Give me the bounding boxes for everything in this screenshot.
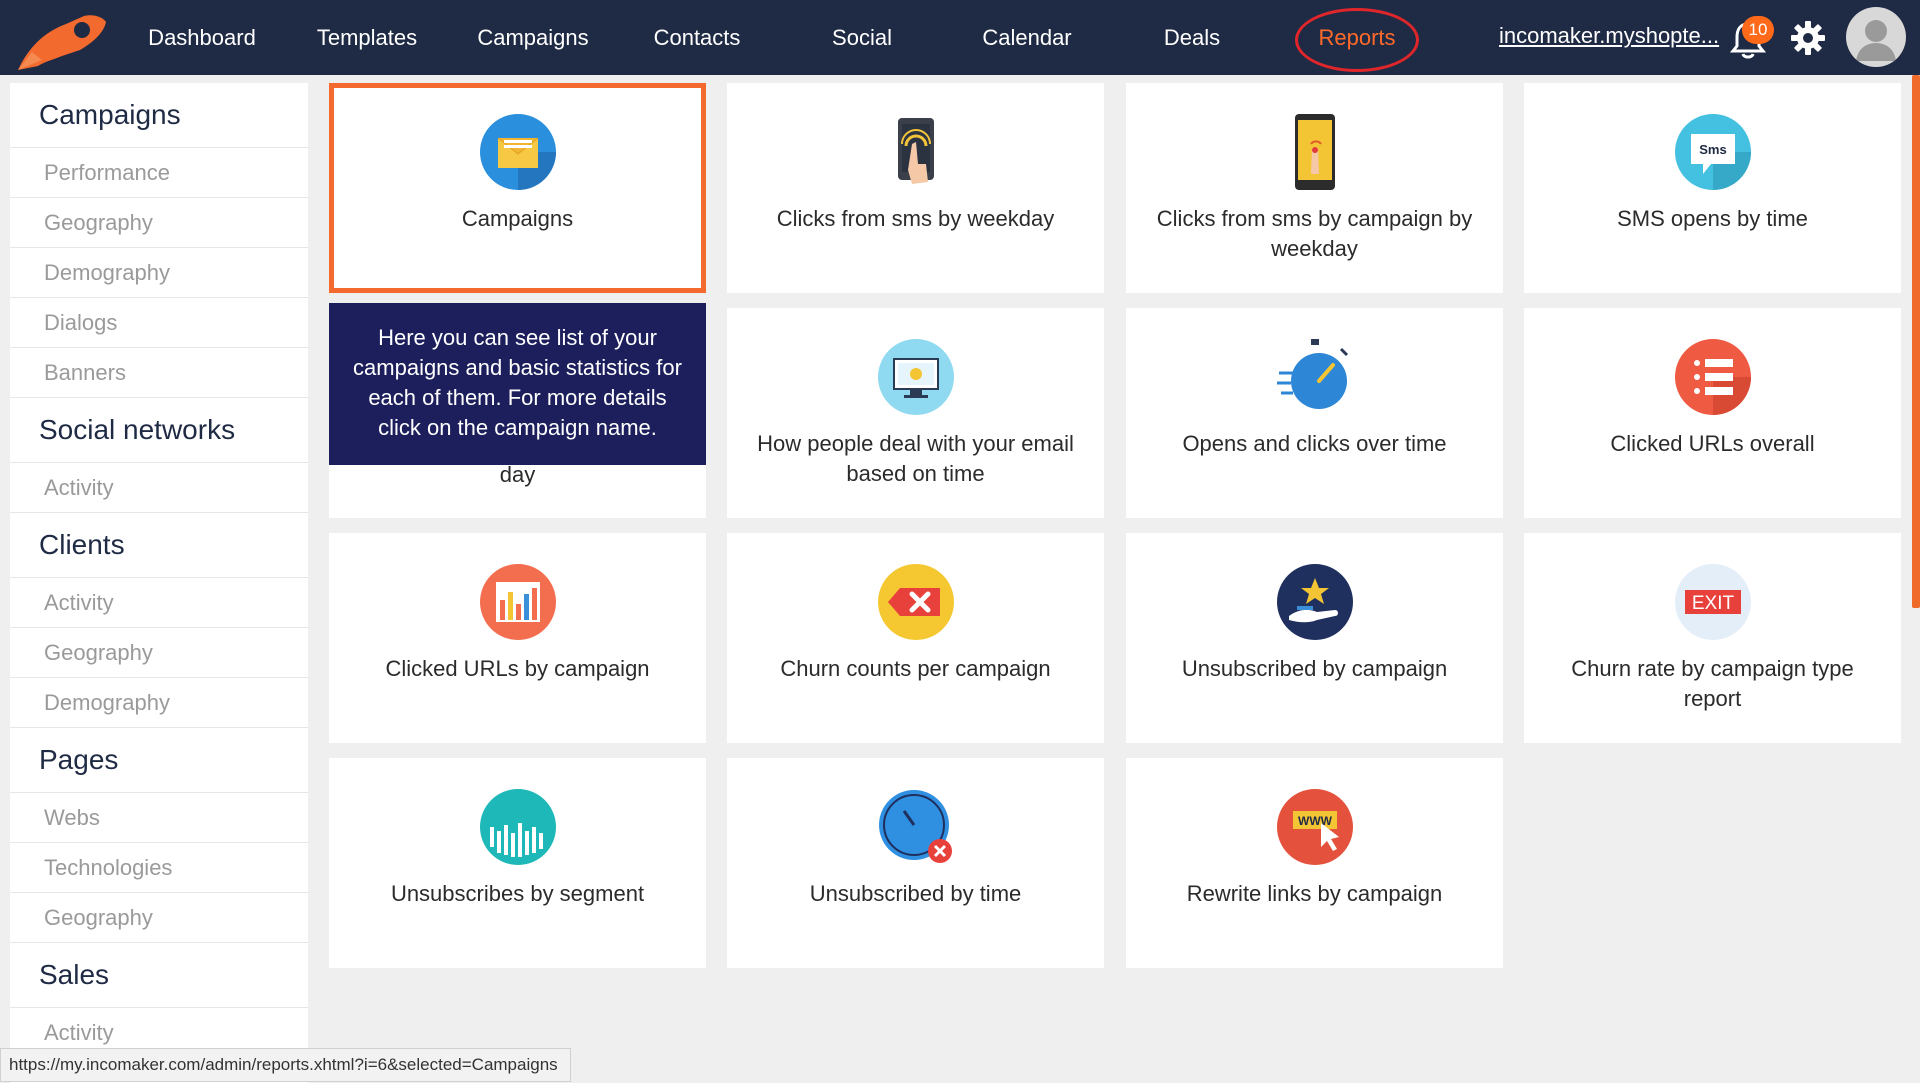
delete-tag-icon [877,564,954,640]
tile-label: Churn rate by campaign type report [1571,656,1854,711]
exit-sign-icon: EXIT [1674,564,1751,640]
sidebar-group-social-networks[interactable]: Social networks [10,398,308,463]
clock-x-icon [878,790,952,863]
tile-label: Rewrite links by campaign [1186,881,1443,906]
tile-label: Clicks from sms by weekday [776,206,1055,231]
sidebar-group-campaigns[interactable]: Campaigns [10,83,308,148]
report-tile-clicks-sms-campaign-weekday[interactable]: Clicks from sms by campaign by weekday [1126,83,1503,293]
phone-tap-icon [897,118,934,184]
sidebar-group-pages[interactable]: Pages [10,728,308,793]
reports-highlight-ring [1295,8,1419,72]
sidebar-item-social-activity[interactable]: Activity [10,463,308,513]
report-tile-churn-rate-type[interactable]: EXIT Churn rate by campaign type report [1524,533,1901,743]
nav-dashboard[interactable]: Dashboard [148,0,256,75]
phone-finger-icon [1294,114,1335,190]
status-url-preview: https://my.incomaker.com/admin/reports.x… [0,1048,571,1082]
list-icon [1674,339,1751,415]
sidebar-group-clients[interactable]: Clients [10,513,308,578]
sidebar-item-technologies[interactable]: Technologies [10,843,308,893]
sidebar-item-clients-demography[interactable]: Demography [10,678,308,728]
sidebar-item-geography[interactable]: Geography [10,198,308,248]
sidebar-item-clients-geography[interactable]: Geography [10,628,308,678]
report-tile-unsubscribed-time[interactable]: Unsubscribed by time [727,758,1104,968]
sidebar-item-clients-activity[interactable]: Activity [10,578,308,628]
hand-star-icon [1276,564,1353,640]
rocket-logo-icon[interactable] [14,12,109,72]
report-tile-campaigns[interactable]: Campaigns [329,83,706,293]
report-tile-sms-opens-time[interactable]: Sms SMS opens by time [1524,83,1901,293]
tile-label: How people deal with your email based on… [757,431,1074,486]
segment-bars-icon [479,789,556,865]
nav-contacts[interactable]: Contacts [654,0,741,75]
nav-deals[interactable]: Deals [1164,0,1220,75]
report-tile-unsubscribed-campaign[interactable]: Unsubscribed by campaign [1126,533,1503,743]
www-cursor-icon: WWW [1276,789,1353,865]
svg-text:Sms: Sms [1699,142,1726,157]
nav-templates[interactable]: Templates [317,0,417,75]
tile-label: Clicks from sms by campaign by weekday [1156,206,1473,261]
tile-label: Churn counts per campaign [780,656,1051,681]
tile-label: Unsubscribed by time [809,881,1022,906]
tile-label: Campaigns [461,206,574,231]
sidebar-item-banners[interactable]: Banners [10,348,308,398]
report-tile-churn-counts[interactable]: Churn counts per campaign [727,533,1104,743]
report-tile-opens-clicks-time[interactable]: Opens and clicks over time [1126,308,1503,518]
envelope-icon [479,114,556,190]
report-tile-clicked-urls-overall[interactable]: Clicked URLs overall [1524,308,1901,518]
sidebar-item-webs[interactable]: Webs [10,793,308,843]
svg-text:EXIT: EXIT [1691,593,1734,614]
report-tile-rewrite-links[interactable]: WWW Rewrite links by campaign [1126,758,1503,968]
reports-sidebar: Campaigns Performance Geography Demograp… [10,83,308,1083]
tile-label: Clicked URLs by campaign [385,656,650,681]
top-navigation: Dashboard Templates Campaigns Contacts S… [0,0,1920,75]
tile-label: SMS opens by time [1617,206,1808,231]
avatar[interactable] [1846,7,1906,67]
tile-label: Unsubscribed by campaign [1181,656,1448,681]
report-tile-email-time[interactable]: How people deal with your email based on… [727,308,1104,518]
sidebar-group-sales[interactable]: Sales [10,943,308,1008]
sidebar-item-dialogs[interactable]: Dialogs [10,298,308,348]
sidebar-item-pages-geography[interactable]: Geography [10,893,308,943]
account-link[interactable]: incomaker.myshopte... [1499,0,1719,72]
report-tile-clicks-sms-weekday[interactable]: Clicks from sms by weekday [727,83,1104,293]
tile-label: Clicked URLs overall [1610,431,1815,456]
stopwatch-icon [1276,339,1348,409]
monitor-icon [877,339,954,415]
gear-icon[interactable] [1790,20,1826,56]
sms-bubble-icon: Sms [1674,114,1751,190]
nav-social[interactable]: Social [832,0,892,75]
scrollbar-thumb[interactable] [1912,75,1920,608]
report-tile-unsubscribes-segment[interactable]: Unsubscribes by segment [329,758,706,968]
user-silhouette-icon [1856,20,1896,61]
bar-chart-icon [479,564,556,640]
campaigns-tooltip: Here you can see list of your campaigns … [329,303,706,465]
nav-campaigns[interactable]: Campaigns [477,0,588,75]
notification-badge[interactable]: 10 [1742,16,1774,44]
nav-calendar[interactable]: Calendar [982,0,1071,75]
sidebar-item-demography[interactable]: Demography [10,248,308,298]
report-tile-clicked-urls-campaign[interactable]: Clicked URLs by campaign [329,533,706,743]
tile-label: Opens and clicks over time [1182,431,1447,456]
sidebar-item-performance[interactable]: Performance [10,148,308,198]
tile-label: Unsubscribes by segment [390,881,645,906]
svg-text:WWW: WWW [1298,814,1333,828]
